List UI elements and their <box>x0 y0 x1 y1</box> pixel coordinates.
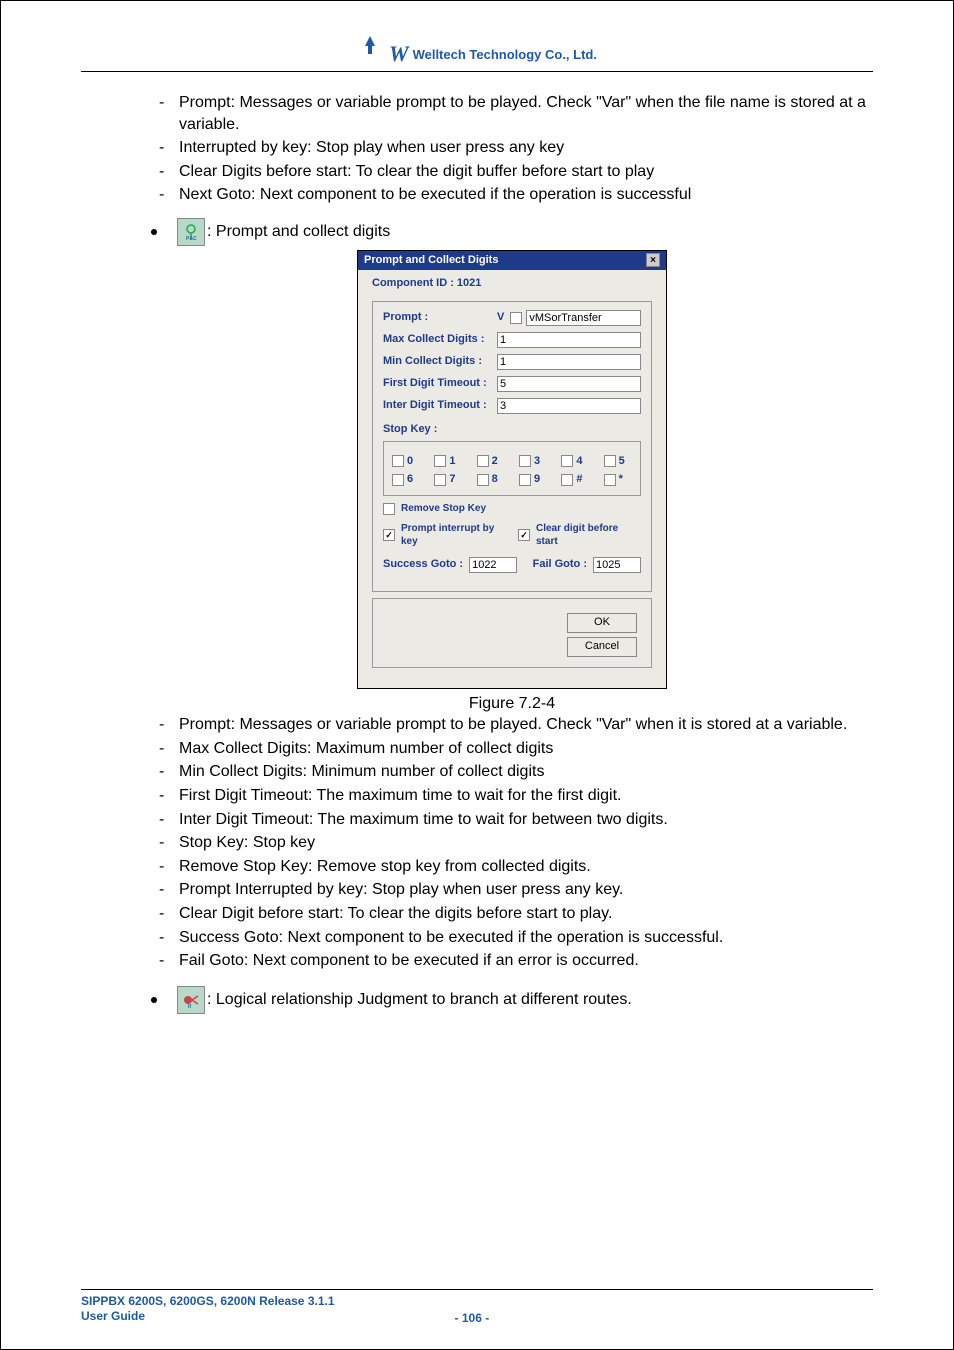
label-stopkey: Stop Key : <box>383 422 641 437</box>
list-item: Fail Goto: Next component to be executed… <box>179 950 873 972</box>
close-icon[interactable]: × <box>646 253 660 267</box>
bullet-text: : Prompt and collect digits <box>207 221 390 243</box>
label-remove-stop: Remove Stop Key <box>401 502 486 516</box>
checkbox-key-2[interactable] <box>477 455 489 467</box>
label-prompt: Prompt : <box>383 310 493 325</box>
figure-caption: Figure 7.2-4 <box>151 693 873 715</box>
label-inter: Inter Digit Timeout : <box>383 398 493 413</box>
component-id: Component ID : 1021 <box>372 276 652 291</box>
page-header: W Welltech Technology Co., Ltd. <box>81 41 873 72</box>
label-key: 7 <box>449 472 455 487</box>
list-item: Min Collect Digits: Minimum number of co… <box>179 761 873 783</box>
label-key: 1 <box>449 454 455 469</box>
label-v: V <box>497 310 504 325</box>
svg-text:P&C: P&C <box>186 236 197 241</box>
checkbox-key-3[interactable] <box>519 455 531 467</box>
dialog-title-text: Prompt and Collect Digits <box>364 253 498 268</box>
label-key: 4 <box>576 454 582 469</box>
checkbox-key-hash[interactable] <box>561 474 573 486</box>
checkbox-key-7[interactable] <box>434 474 446 486</box>
label-key: 2 <box>492 454 498 469</box>
input-inter[interactable]: 3 <box>497 398 641 414</box>
list-item: Inter Digit Timeout: The maximum time to… <box>179 809 873 831</box>
label-max: Max Collect Digits : <box>383 332 493 347</box>
checkbox-key-4[interactable] <box>561 455 573 467</box>
bullet-prompt-collect: P&C : Prompt and collect digits <box>151 218 873 246</box>
checkbox-key-9[interactable] <box>519 474 531 486</box>
input-first[interactable]: 5 <box>497 376 641 392</box>
list-item: Remove Stop Key: Remove stop key from co… <box>179 856 873 878</box>
checkbox-interrupt[interactable] <box>383 529 395 541</box>
label-key: # <box>576 472 582 487</box>
list-item: Next Goto: Next component to be executed… <box>179 184 873 206</box>
svg-text:If: If <box>188 1004 191 1009</box>
list-item: First Digit Timeout: The maximum time to… <box>179 785 873 807</box>
input-max[interactable]: 1 <box>497 332 641 348</box>
list-item: Prompt: Messages or variable prompt to b… <box>179 92 873 135</box>
label-key: 6 <box>407 472 413 487</box>
bullet-text: : Logical relationship Judgment to branc… <box>207 989 632 1011</box>
bullet-logical: If : Logical relationship Judgment to br… <box>151 986 873 1014</box>
input-min[interactable]: 1 <box>497 354 641 370</box>
checkbox-key-6[interactable] <box>392 474 404 486</box>
label-key: 9 <box>534 472 540 487</box>
list-item: Stop Key: Stop key <box>179 832 873 854</box>
checkbox-key-5[interactable] <box>604 455 616 467</box>
dialog-main-panel: Prompt : V vMSorTransfer Max Collect Dig… <box>372 301 652 592</box>
dialog-titlebar: Prompt and Collect Digits × <box>358 251 666 270</box>
list-collect-desc: Prompt: Messages or variable prompt to b… <box>151 714 873 972</box>
list-item: Clear Digits before start: To clear the … <box>179 161 873 183</box>
checkbox-var[interactable] <box>510 312 522 324</box>
list-prompt-desc: Prompt: Messages or variable prompt to b… <box>151 92 873 206</box>
list-item: Prompt Interrupted by key: Stop play whe… <box>179 879 873 901</box>
input-fail-goto[interactable]: 1025 <box>593 557 641 573</box>
stop-key-panel: 0 1 2 3 4 5 6 7 8 9 # * <box>383 441 641 497</box>
cancel-button[interactable]: Cancel <box>567 637 637 657</box>
list-item: Prompt: Messages or variable prompt to b… <box>179 714 873 736</box>
bullet-icon <box>151 229 157 235</box>
checkbox-key-star[interactable] <box>604 474 616 486</box>
label-interrupt: Prompt interrupt by key <box>401 522 512 549</box>
list-item: Interrupted by key: Stop play when user … <box>179 137 873 159</box>
label-clear: Clear digit before start <box>536 522 641 549</box>
label-success-goto: Success Goto : <box>383 557 463 572</box>
checkbox-clear[interactable] <box>518 529 530 541</box>
page-footer: SIPPBX 6200S, 6200GS, 6200N Release 3.1.… <box>81 1289 873 1325</box>
label-min: Min Collect Digits : <box>383 354 493 369</box>
checkbox-key-1[interactable] <box>434 455 446 467</box>
dialog-button-panel: OK Cancel <box>372 598 652 668</box>
dialog-prompt-collect: Prompt and Collect Digits × Component ID… <box>357 250 667 689</box>
input-prompt[interactable]: vMSorTransfer <box>526 310 641 326</box>
list-item: Max Collect Digits: Maximum number of co… <box>179 738 873 760</box>
footer-release: SIPPBX 6200S, 6200GS, 6200N Release 3.1.… <box>81 1294 335 1310</box>
ok-button[interactable]: OK <box>567 613 637 633</box>
checkbox-key-0[interactable] <box>392 455 404 467</box>
pc-icon: P&C <box>177 218 205 246</box>
label-key: 3 <box>534 454 540 469</box>
footer-guide: User Guide <box>81 1309 335 1325</box>
list-item: Clear Digit before start: To clear the d… <box>179 903 873 925</box>
bullet-icon <box>151 997 157 1003</box>
label-key: * <box>619 472 623 487</box>
label-first: First Digit Timeout : <box>383 376 493 391</box>
if-icon: If <box>177 986 205 1014</box>
checkbox-remove-stop[interactable] <box>383 503 395 515</box>
label-key: 5 <box>619 454 625 469</box>
label-key: 8 <box>492 472 498 487</box>
company-name: Welltech Technology Co., Ltd. <box>413 47 597 62</box>
list-item: Success Goto: Next component to be execu… <box>179 927 873 949</box>
input-success-goto[interactable]: 1022 <box>469 557 517 573</box>
logo-text: W <box>389 41 409 67</box>
label-fail-goto: Fail Goto : <box>533 557 587 572</box>
logo-icon <box>357 42 385 66</box>
checkbox-key-8[interactable] <box>477 474 489 486</box>
footer-page-number: - 106 - <box>455 1311 490 1325</box>
label-key: 0 <box>407 454 413 469</box>
